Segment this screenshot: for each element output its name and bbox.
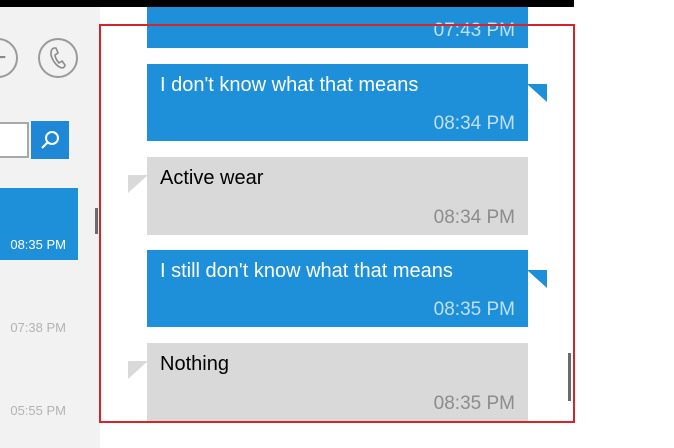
bubble-tail: [128, 361, 148, 379]
message-text: Nothing: [160, 353, 229, 375]
message-outgoing: I still don't know what that means 08:35…: [147, 250, 547, 327]
message-incoming: Active wear 08:34 PM: [128, 157, 528, 235]
chat-message-area: 07:43 PM I don't know what that means 08…: [100, 7, 574, 448]
conversation-time: 08:35 PM: [10, 237, 66, 252]
conversation-time: 07:38 PM: [10, 320, 66, 335]
bubble-tail: [128, 175, 148, 193]
window-top-bar: [0, 0, 574, 7]
message-time: 08:34 PM: [433, 207, 515, 228]
phone-icon: [50, 47, 66, 69]
message-text: I don't know what that means: [160, 74, 419, 96]
search-button[interactable]: [31, 121, 69, 159]
message-time: 08:35 PM: [433, 299, 515, 320]
conversation-panel: + 08:35 PM 07:38 PM 05:55 PM: [0, 7, 100, 448]
scrollbar-thumb[interactable]: [568, 353, 571, 401]
message-time: 08:35 PM: [433, 393, 515, 414]
message-outgoing: 07:43 PM: [147, 7, 528, 48]
message-time: 08:34 PM: [433, 113, 515, 134]
search-icon: [41, 131, 59, 149]
conversation-item[interactable]: 08:35 PM: [0, 188, 78, 260]
message-text: I still don't know what that means: [160, 260, 453, 282]
call-button[interactable]: [38, 38, 78, 78]
message-incoming: Nothing 08:35 PM: [128, 343, 528, 421]
bubble-tail: [527, 84, 547, 102]
bubble-tail: [527, 270, 547, 288]
add-button[interactable]: +: [0, 38, 18, 78]
plus-icon: +: [0, 43, 7, 73]
conversation-time: 05:55 PM: [10, 403, 66, 418]
message-time: 07:43 PM: [433, 20, 515, 41]
conversation-item[interactable]: 07:38 PM: [0, 271, 78, 343]
conversation-item[interactable]: 05:55 PM: [0, 354, 78, 426]
message-outgoing: I don't know what that means 08:34 PM: [147, 64, 547, 141]
panel-resize-handle[interactable]: [95, 208, 98, 234]
search-input[interactable]: [0, 122, 29, 158]
message-text: Active wear: [160, 167, 264, 189]
